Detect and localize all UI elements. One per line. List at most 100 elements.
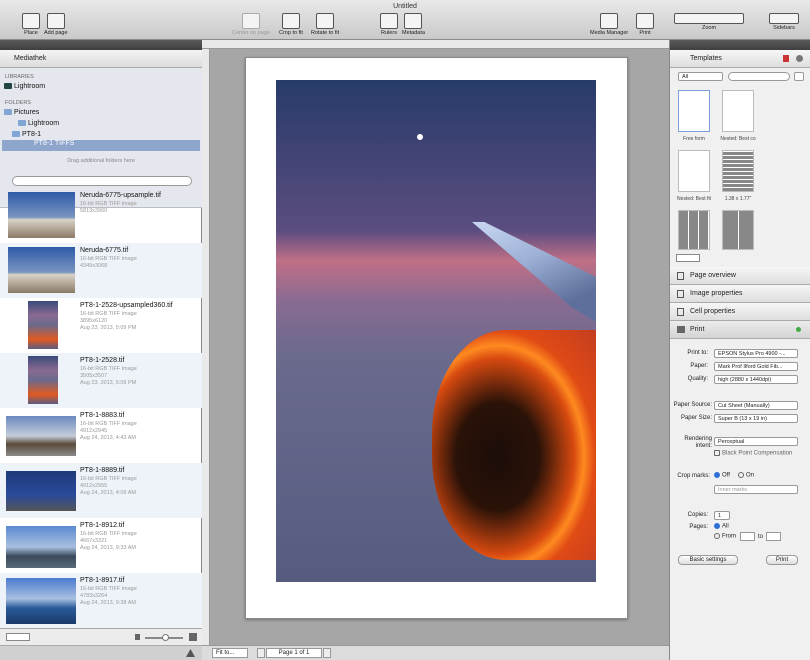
template-filter-select[interactable]: All [678,72,723,81]
list-item[interactable]: Neruda-6775.tif 16-bit RGB TIFF image 43… [0,243,202,298]
list-item[interactable]: PT8-1-2528-upsampled360.tif 16-bit RGB T… [0,298,202,353]
center-on-page-button[interactable]: Center on page [232,13,270,36]
section-image-properties[interactable]: Image properties [670,285,810,303]
printer-icon [636,13,654,29]
tab-templates[interactable]: Templates [670,50,810,68]
pages-from-input[interactable] [740,532,755,541]
pages-to-label: to [758,534,764,540]
crop-icon [281,13,300,29]
copies-input[interactable]: 1 [714,511,730,520]
print-toolbar-button[interactable]: Print [636,13,654,36]
zoom-control[interactable]: Zoom [673,13,745,31]
list-item[interactable]: PT8-1-2528.tif 16-bit RGB TIFF image 350… [0,353,202,408]
rotate-icon [316,13,335,29]
folder-pictures[interactable]: Pictures [4,109,39,116]
print-button[interactable]: Print [766,555,798,565]
folder-icon [18,120,26,127]
pages-to-input[interactable] [766,532,781,541]
paper-select[interactable]: Mark Prof Ilford Gold Fib... [714,362,798,371]
item-dims: 4349x3068 [80,263,108,269]
next-page-button[interactable] [323,648,331,658]
folder-tree: LIBRARIES Lightroom FOLDERS Pictures Lig… [0,68,202,208]
template-grid-1-38[interactable] [722,150,754,192]
add-page-button[interactable]: Add page [44,13,68,36]
item-dims: 4783x3264 [80,593,108,599]
pages-all-radio[interactable]: All [714,523,729,530]
item-date: Aug 24, 2013, 9:38 AM [80,600,136,606]
tab-mediathek[interactable]: Mediathek [0,50,202,68]
crop-to-fit-button[interactable]: Crop to fit [279,13,303,36]
rotate-to-fit-button[interactable]: Rotate to fit [311,13,339,36]
item-date: Aug 24, 2013, 9:33 AM [80,545,136,551]
item-type: 16-bit RGB TIFF image [80,531,137,537]
left-bottom-bar [0,645,202,660]
paper-size-select[interactable]: Super B (13 x 19 in) [714,414,798,423]
search-input[interactable] [12,176,192,186]
metadata-button[interactable]: Metadata [402,13,425,36]
template-view-icon[interactable] [676,254,700,262]
radio-selected [714,472,720,478]
paper-size-label: Paper Size: [680,415,712,421]
checkbox [714,450,720,456]
crop-off-radio[interactable]: Off [714,472,730,479]
crop-marks-select[interactable]: Inner marks [714,485,798,494]
bpc-checkbox[interactable]: Black Point Compensation [714,450,792,457]
item-dims: 5813x3960 [80,208,108,214]
lock-icon[interactable] [783,55,789,62]
rendering-intent-select[interactable]: Perceptual [714,437,798,446]
place-button[interactable]: Place [22,13,40,36]
pages-label: Pages: [689,524,708,530]
paper-source-select[interactable]: Cut Sheet (Manually) [714,401,798,410]
rendering-intent-label: Rendering intent: [684,436,712,449]
item-type: 16-bit RGB TIFF image [80,366,137,372]
item-name: PT8-1-8889.tif [80,467,125,474]
canvas-bottom-bar: Fit to... Page 1 of 1 [202,645,669,660]
view-mode-icon[interactable] [6,633,30,641]
list-item[interactable]: Neruda-6775-upsample.tif 16-bit RGB TIFF… [0,188,202,243]
list-item[interactable]: PT8-1-8917.tif 16-bit RGB TIFF image 478… [0,573,202,628]
prev-page-button[interactable] [257,648,265,658]
quality-select[interactable]: high (2880 x 1440dpi) [714,375,798,384]
gear-icon[interactable] [796,55,803,62]
list-item[interactable]: PT8-1-8883.tif 16-bit RGB TIFF image 491… [0,408,202,463]
basic-settings-button[interactable]: Basic settings [678,555,738,565]
paper-source-label: Paper Source: [673,402,712,408]
section-print[interactable]: Print [670,321,810,339]
template-grid-a[interactable] [678,210,710,250]
thumbnail [28,301,58,349]
template-menu-button[interactable] [794,72,804,81]
template-nested-best-fit[interactable] [678,150,710,192]
thumbnail [6,578,76,624]
list-item[interactable]: PT8-1-8912.tif 16-bit RGB TIFF image 466… [0,518,202,573]
moon [417,134,423,140]
item-date: Aug 24, 2013, 4:43 AM [80,435,136,441]
item-name: PT8-1-8883.tif [80,412,125,419]
sidebars-control[interactable]: Sidebars [768,13,800,31]
pages-from-radio[interactable]: From [714,533,736,540]
printer-select[interactable]: EPSON Stylus Pro 4900 -... [714,349,798,358]
template-search-input[interactable] [728,72,790,81]
media-manager-button[interactable]: Media Manager [590,13,628,36]
list-item[interactable]: PT8-1-8889.tif 16-bit RGB TIFF image 491… [0,463,202,518]
template-grid-b[interactable] [722,210,754,250]
eject-icon[interactable] [186,649,195,657]
template-free-form[interactable] [678,90,710,132]
item-name: PT8-1-8912.tif [80,522,125,529]
library-lightroom[interactable]: Lightroom [4,83,45,90]
item-date: Aug 23, 2013, 5:09 PM [80,325,137,331]
fit-to-select[interactable]: Fit to... [212,648,248,658]
template-nested-best-co[interactable] [722,90,754,132]
slider-knob[interactable] [162,634,169,641]
thumbnail [28,356,58,404]
image-icon [677,290,684,298]
folder-pt8-1[interactable]: PT8-1 [12,131,41,138]
item-name: Neruda-6775.tif [80,247,129,254]
rulers-button[interactable]: Rulers [380,13,398,36]
status-dot-icon [796,327,801,332]
section-page-overview[interactable]: Page overview [670,267,810,285]
folder-icon [12,131,20,138]
crop-on-radio[interactable]: On [738,472,754,479]
section-cell-properties[interactable]: Cell properties [670,303,810,321]
folder-lightroom[interactable]: Lightroom [18,120,59,127]
folder-pt8-1-tiffs[interactable]: PT8-1 TIFFS [2,140,200,151]
